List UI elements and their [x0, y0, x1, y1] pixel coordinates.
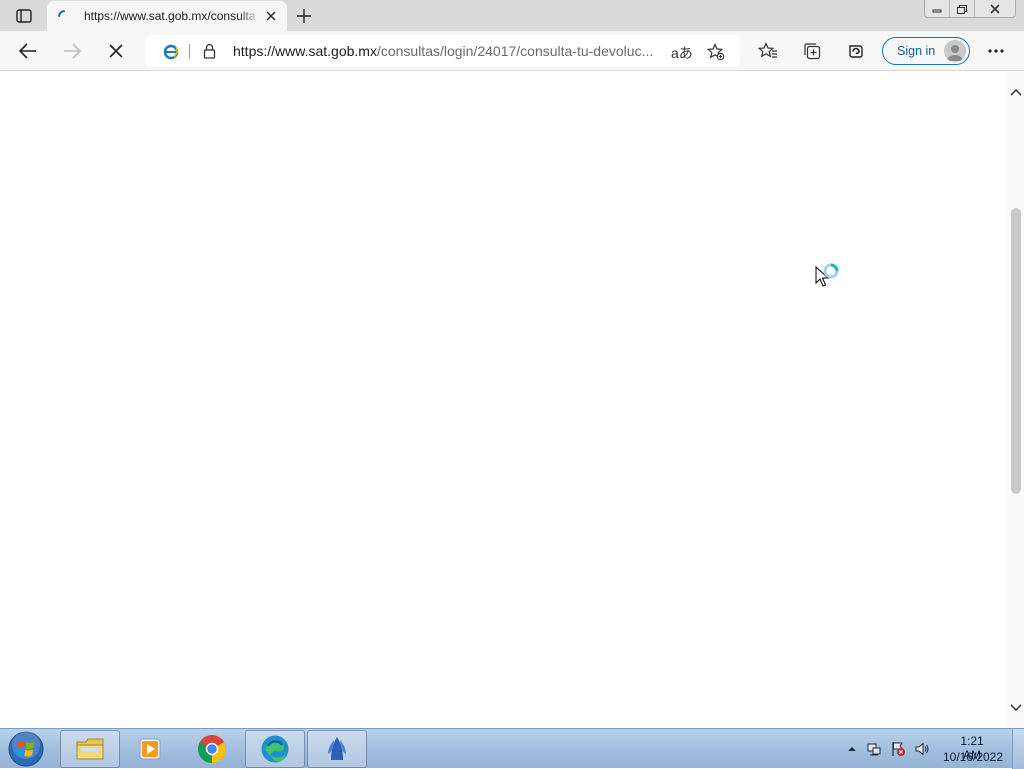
show-hidden-icons-icon[interactable] [844, 741, 860, 757]
forward-arrow-icon [56, 35, 88, 67]
sign-in-button[interactable]: Sign in [882, 37, 970, 65]
close-window-icon[interactable] [975, 0, 1015, 17]
lock-icon[interactable] [203, 43, 216, 64]
scroll-thumb[interactable] [1011, 208, 1021, 494]
loading-spinner-icon [58, 9, 70, 21]
address-separator [189, 44, 190, 59]
ie-mode-icon[interactable] [163, 44, 179, 65]
avatar-icon [944, 40, 966, 62]
url-host: https://www.sat.gob.mx [233, 43, 377, 59]
favorites-icon[interactable] [752, 35, 784, 67]
collections-icon[interactable] [796, 35, 828, 67]
network-icon[interactable] [866, 741, 882, 757]
url-text[interactable]: https://www.sat.gob.mx/consultas/login/2… [233, 43, 663, 59]
start-button[interactable] [5, 730, 47, 768]
show-desktop-button[interactable] [1012, 729, 1024, 769]
tab-actions-icon[interactable] [10, 5, 38, 27]
read-aloud-icon[interactable]: aあ [671, 43, 693, 63]
browser-toolbar: https://www.sat.gob.mx/consultas/login/2… [0, 31, 1024, 71]
sign-in-label: Sign in [897, 44, 936, 58]
volume-icon[interactable] [914, 741, 930, 757]
tab-close-icon[interactable] [261, 6, 281, 26]
clock-date[interactable]: 10/16/2022 [940, 750, 1006, 764]
browser-essentials-icon[interactable] [840, 35, 872, 67]
action-center-icon[interactable] [890, 741, 906, 757]
taskbar-file-explorer[interactable] [60, 730, 120, 768]
back-arrow-icon[interactable] [12, 35, 44, 67]
taskbar-chrome[interactable] [182, 730, 242, 768]
address-bar[interactable]: https://www.sat.gob.mx/consultas/login/2… [145, 35, 740, 67]
add-favorite-icon[interactable] [705, 41, 727, 63]
url-path: /consultas/login/24017/consulta-tu-devol… [376, 43, 654, 59]
taskbar-edge[interactable] [245, 730, 305, 768]
taskbar-media-player[interactable] [120, 730, 180, 768]
stop-loading-icon[interactable] [100, 35, 132, 67]
taskbar-app[interactable] [307, 730, 367, 768]
tab-strip: https://www.sat.gob.mx/consulta [0, 0, 1024, 32]
tab-title: https://www.sat.gob.mx/consulta [84, 9, 256, 23]
browser-tab[interactable]: https://www.sat.gob.mx/consulta [47, 1, 287, 32]
window-controls [924, 0, 1016, 18]
more-options-icon[interactable] [980, 35, 1012, 67]
vertical-scrollbar[interactable] [1007, 72, 1024, 728]
new-tab-icon[interactable] [292, 5, 316, 27]
scroll-up-icon[interactable] [1007, 82, 1024, 102]
page-content[interactable] [0, 72, 1007, 728]
minimize-icon[interactable] [925, 0, 950, 17]
busy-cursor-icon [815, 262, 845, 292]
scroll-down-icon[interactable] [1007, 698, 1024, 718]
taskbar: 1:21 AM 10/16/2022 [0, 728, 1024, 769]
restore-icon[interactable] [950, 0, 975, 17]
